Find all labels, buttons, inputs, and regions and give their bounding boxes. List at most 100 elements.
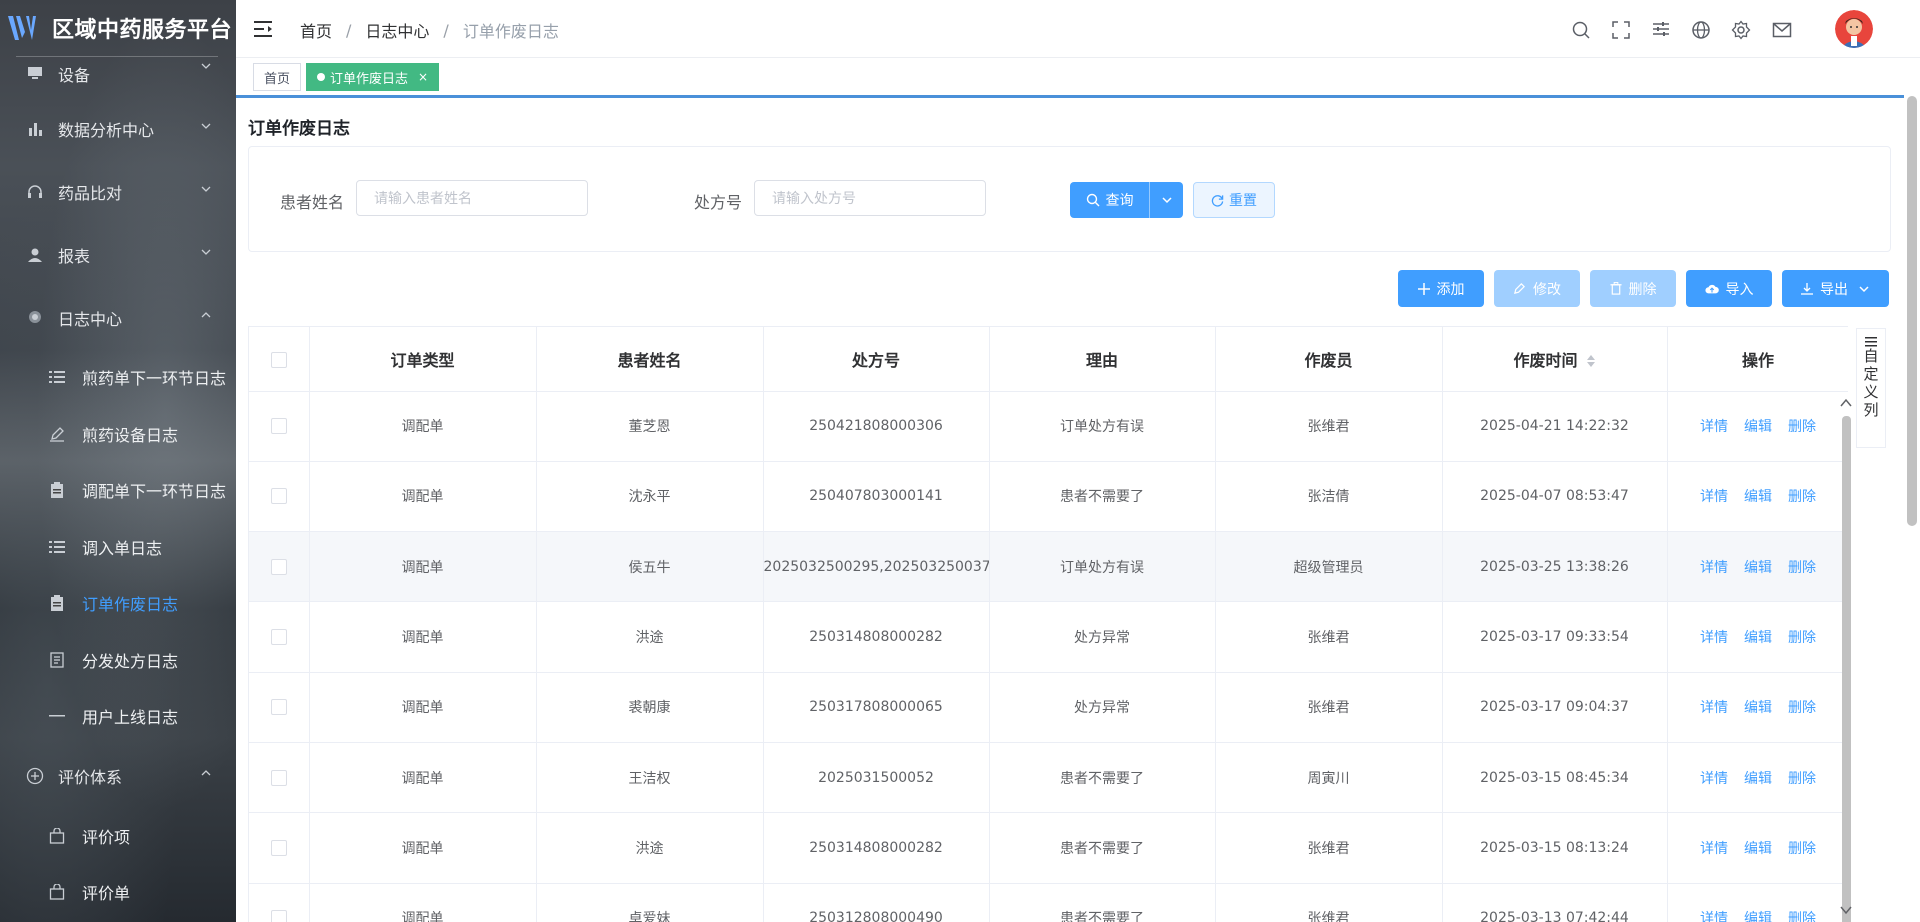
export-button[interactable]: 导出 <box>1782 270 1889 307</box>
order-type-cell: 调配单 <box>309 461 537 533</box>
add-button[interactable]: 添加 <box>1398 270 1484 307</box>
edit-link[interactable]: 编辑 <box>1744 630 1772 646</box>
sidebar-subitem-order-void-log[interactable]: 订单作废日志 <box>0 575 236 632</box>
import-button[interactable]: 导入 <box>1686 270 1772 307</box>
sidebar-item-evaluation[interactable]: 评价体系 <box>0 745 236 808</box>
sidebar-item-drug-compare[interactable]: 药品比对 <box>0 160 236 223</box>
patient-name-input[interactable]: 请输入患者姓名 <box>356 180 588 216</box>
rx-number-input[interactable]: 请输入处方号 <box>754 180 986 216</box>
clipboard-icon <box>48 594 66 612</box>
detail-link[interactable]: 详情 <box>1700 771 1728 787</box>
list-icon <box>48 368 66 386</box>
rx-number-cell: 250314808000282 <box>763 812 990 884</box>
edit-link[interactable]: 编辑 <box>1744 911 1772 922</box>
delete-link[interactable]: 删除 <box>1788 911 1816 922</box>
bag-icon <box>48 827 66 845</box>
tag-home[interactable]: 首页 <box>253 63 302 91</box>
close-icon[interactable]: × <box>418 70 428 84</box>
sidebar-subitem-label: 煎药单下一环节日志 <box>82 369 227 389</box>
row-checkbox[interactable] <box>270 629 287 646</box>
scroll-up-icon[interactable] <box>1840 398 1852 408</box>
edit-link[interactable]: 编辑 <box>1744 771 1772 787</box>
actions-cell: 详情 编辑 删除 <box>1667 812 1848 884</box>
sidebar-subitem-distribute-rx-log[interactable]: 分发处方日志 <box>0 632 236 689</box>
patient-name-cell: 王洁权 <box>536 742 764 814</box>
settings-sliders-icon[interactable] <box>1651 19 1671 39</box>
row-checkbox[interactable] <box>270 769 287 786</box>
sidebar-subitem-transfer-in-log[interactable]: 调入单日志 <box>0 519 236 576</box>
tag-order-void-log[interactable]: 订单作废日志 × <box>306 63 440 91</box>
detail-link[interactable]: 详情 <box>1700 841 1728 857</box>
rx-number-cell: 2025032500295,2025032500378 <box>763 531 990 603</box>
custom-columns-button[interactable]: 自定义列 <box>1856 328 1886 448</box>
query-button[interactable]: 查询 <box>1070 182 1150 218</box>
user-avatar-icon <box>1835 10 1873 48</box>
delete-button-label: 删除 <box>1628 281 1657 298</box>
sidebar-subitem-user-online-log[interactable]: 用户上线日志 <box>0 688 236 745</box>
row-checkbox[interactable] <box>270 910 287 922</box>
delete-link[interactable]: 删除 <box>1788 560 1816 576</box>
breadcrumb-log-center[interactable]: 日志中心 <box>365 18 429 42</box>
detail-link[interactable]: 详情 <box>1700 911 1728 922</box>
sidebar-subitem-eval-item[interactable]: 评价项 <box>0 808 236 865</box>
sidebar-item-log-center[interactable]: 日志中心 <box>0 286 236 349</box>
sidebar-menu: 设备 数据分析中心 药品比对 报表 日志中心 煎药单下一环节日志 煎药设备日志 … <box>0 48 236 921</box>
menu-fold-icon[interactable] <box>254 20 274 38</box>
column-header-sortable[interactable]: 作废时间 <box>1442 327 1668 392</box>
detail-link[interactable]: 详情 <box>1700 489 1728 505</box>
row-checkbox[interactable] <box>270 418 287 435</box>
row-checkbox[interactable] <box>270 839 287 856</box>
reason-cell: 处方异常 <box>989 672 1216 743</box>
download-icon <box>1801 282 1813 295</box>
edit-link[interactable]: 编辑 <box>1744 489 1772 505</box>
refresh-icon <box>1211 194 1224 207</box>
breadcrumb-home[interactable]: 首页 <box>300 18 332 42</box>
delete-link[interactable]: 删除 <box>1788 419 1816 435</box>
detail-link[interactable]: 详情 <box>1700 419 1728 435</box>
delete-link[interactable]: 删除 <box>1788 771 1816 787</box>
edit-button[interactable]: 修改 <box>1494 270 1580 307</box>
sort-icon[interactable] <box>1586 353 1596 369</box>
edit-link[interactable]: 编辑 <box>1744 841 1772 857</box>
table-scrollbar-thumb[interactable] <box>1842 416 1851 922</box>
sidebar-item-reports[interactable]: 报表 <box>0 223 236 286</box>
gear-icon[interactable] <box>1731 20 1751 40</box>
delete-link[interactable]: 删除 <box>1788 489 1816 505</box>
list-icon <box>1865 337 1877 347</box>
edit-link[interactable]: 编辑 <box>1744 700 1772 716</box>
edit-link[interactable]: 编辑 <box>1744 560 1772 576</box>
detail-link[interactable]: 详情 <box>1700 560 1728 576</box>
mail-icon[interactable] <box>1772 20 1792 40</box>
reason-cell: 订单处方有误 <box>989 391 1216 462</box>
delete-link[interactable]: 删除 <box>1788 700 1816 716</box>
plus-icon <box>1417 282 1430 295</box>
edit-link[interactable]: 编辑 <box>1744 419 1772 435</box>
custom-columns-char: 定 <box>1863 365 1879 383</box>
avatar[interactable] <box>1835 10 1873 48</box>
sidebar-item-data-analysis[interactable]: 数据分析中心 <box>0 97 236 160</box>
row-checkbox[interactable] <box>270 558 287 575</box>
scroll-down-icon[interactable] <box>1840 905 1852 915</box>
breadcrumb: 首页 / 日志中心 / 订单作废日志 <box>300 18 559 42</box>
globe-icon[interactable] <box>1691 20 1711 40</box>
row-checkbox[interactable] <box>270 488 287 505</box>
delete-link[interactable]: 删除 <box>1788 841 1816 857</box>
sidebar-item-device[interactable]: 设备 <box>0 48 236 95</box>
delete-button[interactable]: 删除 <box>1590 270 1676 307</box>
fullscreen-icon[interactable] <box>1611 20 1631 40</box>
select-all-checkbox[interactable] <box>270 351 287 368</box>
search-icon <box>1086 193 1099 207</box>
logo-icon <box>8 16 36 40</box>
query-dropdown-button[interactable] <box>1150 182 1183 218</box>
row-checkbox[interactable] <box>270 699 287 716</box>
detail-link[interactable]: 详情 <box>1700 630 1728 646</box>
detail-link[interactable]: 详情 <box>1700 700 1728 716</box>
sidebar-subitem-decoct-next-log[interactable]: 煎药单下一环节日志 <box>0 349 236 406</box>
reset-button[interactable]: 重置 <box>1193 182 1275 218</box>
delete-link[interactable]: 删除 <box>1788 630 1816 646</box>
sidebar-subitem-dispense-next-log[interactable]: 调配单下一环节日志 <box>0 462 236 519</box>
sidebar-subitem-eval-form[interactable]: 评价单 <box>0 864 236 921</box>
sidebar-subitem-decoct-device-log[interactable]: 煎药设备日志 <box>0 406 236 463</box>
search-icon[interactable] <box>1571 20 1591 40</box>
sidebar-item-label: 药品比对 <box>58 183 123 203</box>
